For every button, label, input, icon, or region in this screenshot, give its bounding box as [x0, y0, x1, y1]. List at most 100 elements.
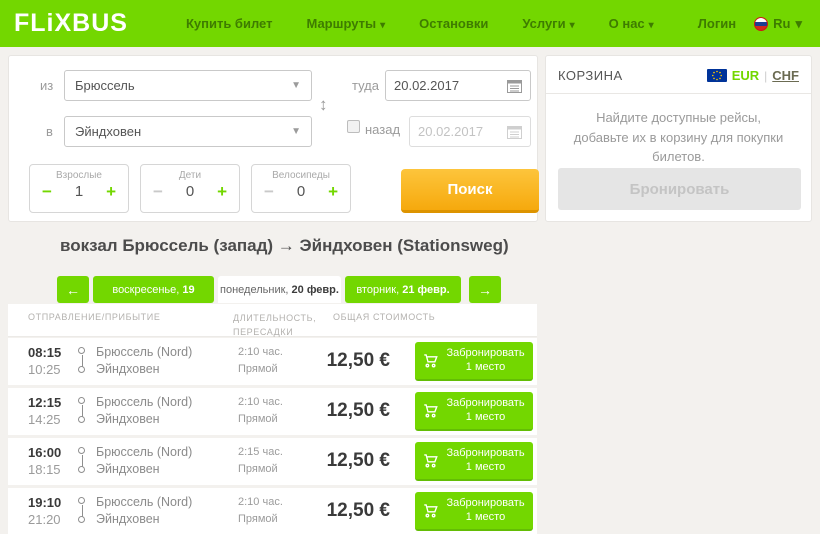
book-trip-button[interactable]: Забронировать 1 место [415, 392, 533, 431]
connection-type: Прямой [238, 363, 278, 375]
top-navigation-bar: FLiXBUS Купить билет Маршруты▾ Остановки… [0, 0, 820, 47]
to-label: в [46, 124, 53, 139]
bikes-count: 0 [297, 183, 305, 200]
cart-book-button[interactable]: Бронировать [558, 168, 801, 210]
main-nav: Купить билет Маршруты▾ Остановки Услуги▾… [186, 16, 654, 31]
cart-header: КОРЗИНА EUR | CHF [546, 56, 811, 94]
adults-plus-button[interactable]: + [106, 183, 116, 200]
chevron-down-icon: ▼ [291, 80, 301, 91]
tab-monday-active[interactable]: понедельник, 20 февр. [218, 276, 341, 303]
route-title: вокзал Брюссель (запад) → Эйндховен (Sta… [60, 236, 509, 256]
results-table-header: ОТПРАВЛЕНИЕ/ПРИБЫТИЕ ДЛИТЕЛЬНОСТЬ, ПЕРЕС… [8, 304, 537, 337]
connection-type: Прямой [238, 513, 278, 525]
cart-panel: КОРЗИНА EUR | CHF Найдите доступные рейс… [545, 55, 812, 222]
nav-buy-ticket[interactable]: Купить билет [186, 16, 273, 31]
children-minus-button[interactable]: − [153, 183, 163, 200]
from-stop: Брюссель (Nord) [96, 445, 192, 459]
column-total-cost: ОБЩАЯ СТОИМОСТЬ [333, 312, 443, 322]
nav-stops[interactable]: Остановки [419, 16, 488, 31]
chevron-down-icon: ▾ [649, 20, 654, 31]
to-stop: Эйндховен [96, 512, 160, 526]
language-selector[interactable]: Ru ▾ [754, 16, 802, 32]
trip-price: 12,50 € [327, 350, 390, 372]
departure-time: 16:00 [28, 445, 61, 460]
departure-time: 08:15 [28, 345, 61, 360]
chevron-down-icon: ▾ [795, 16, 802, 32]
cart-icon [423, 353, 438, 368]
trip-price: 12,50 € [327, 500, 390, 522]
login-link[interactable]: Логин [698, 16, 736, 31]
table-row: 16:00 18:15 Брюссель (Nord) Эйндховен 2:… [8, 438, 537, 485]
return-date-input[interactable]: 20.02.2017 [409, 116, 531, 147]
book-trip-button[interactable]: Забронировать 1 место [415, 442, 533, 481]
trip-price: 12,50 € [327, 400, 390, 422]
adults-label: Взрослые [30, 170, 128, 181]
route-stops-icon [78, 497, 87, 527]
topbar-right: Логин Ru ▾ [698, 16, 802, 32]
trip-duration: 2:10 час. [238, 496, 283, 508]
chevron-down-icon: ▾ [570, 20, 575, 31]
table-row: 08:15 10:25 Брюссель (Nord) Эйндховен 2:… [8, 338, 537, 385]
swap-direction-icon[interactable]: ↕ [319, 96, 328, 113]
search-form-card: из Брюссель ▼ ↕ в Эйндховен ▼ туда 20.02… [8, 55, 538, 222]
arrival-time: 10:25 [28, 362, 61, 377]
nav-services[interactable]: Услуги▾ [522, 16, 574, 31]
from-stop: Брюссель (Nord) [96, 495, 192, 509]
cart-title: КОРЗИНА [558, 68, 623, 83]
search-button[interactable]: Поиск [401, 169, 539, 213]
bikes-minus-button[interactable]: − [264, 183, 274, 200]
trip-price: 12,50 € [327, 450, 390, 472]
tab-sunday[interactable]: воскресенье, 19 [93, 276, 214, 303]
cart-icon [423, 453, 438, 468]
trip-duration: 2:15 час. [238, 446, 283, 458]
cart-icon [423, 403, 438, 418]
nav-routes[interactable]: Маршруты▾ [306, 16, 385, 31]
trip-duration: 2:10 час. [238, 396, 283, 408]
children-plus-button[interactable]: + [217, 183, 227, 200]
from-label: из [40, 78, 53, 93]
next-day-button[interactable]: → [469, 276, 501, 303]
table-row: 12:15 14:25 Брюссель (Nord) Эйндховен 2:… [8, 388, 537, 435]
currency-chf-link[interactable]: CHF [772, 68, 799, 83]
calendar-icon [507, 79, 522, 93]
currency-eur[interactable]: EUR [732, 68, 759, 83]
to-select[interactable]: Эйндховен ▼ [64, 116, 312, 147]
route-stops-icon [78, 347, 87, 377]
arrival-time: 18:15 [28, 462, 61, 477]
adults-count: 1 [75, 183, 83, 200]
arrival-time: 21:20 [28, 512, 61, 527]
depart-label: туда [352, 78, 379, 93]
connection-type: Прямой [238, 413, 278, 425]
bikes-plus-button[interactable]: + [328, 183, 338, 200]
from-select[interactable]: Брюссель ▼ [64, 70, 312, 101]
nav-about[interactable]: О нас▾ [609, 16, 654, 31]
results-table: ОТПРАВЛЕНИЕ/ПРИБЫТИЕ ДЛИТЕЛЬНОСТЬ, ПЕРЕС… [8, 304, 537, 534]
bikes-stepper: Велосипеды − 0 + [251, 164, 351, 213]
return-label: назад [365, 122, 400, 137]
column-duration-transfers: ДЛИТЕЛЬНОСТЬ, ПЕРЕСАДКИ [233, 312, 325, 339]
russian-flag-icon [754, 17, 768, 31]
adults-minus-button[interactable]: − [42, 183, 52, 200]
to-stop: Эйндховен [96, 362, 160, 376]
bikes-label: Велосипеды [252, 170, 350, 181]
book-trip-button[interactable]: Забронировать 1 место [415, 492, 533, 531]
tab-tuesday[interactable]: вторник, 21 февр. [345, 276, 461, 303]
trip-duration: 2:10 час. [238, 346, 283, 358]
prev-day-button[interactable]: ← [57, 276, 89, 303]
connection-type: Прямой [238, 463, 278, 475]
depart-date-input[interactable]: 20.02.2017 [385, 70, 531, 101]
children-label: Дети [141, 170, 239, 181]
column-departure-arrival: ОТПРАВЛЕНИЕ/ПРИБЫТИЕ [28, 312, 160, 322]
cart-icon [423, 503, 438, 518]
to-stop: Эйндховен [96, 462, 160, 476]
flixbus-logo[interactable]: FLiXBUS [14, 9, 128, 38]
book-trip-button[interactable]: Забронировать 1 место [415, 342, 533, 381]
table-row: 19:10 21:20 Брюссель (Nord) Эйндховен 2:… [8, 488, 537, 534]
return-checkbox[interactable] [347, 120, 360, 133]
calendar-icon [507, 125, 522, 139]
adults-stepper: Взрослые − 1 + [29, 164, 129, 213]
departure-time: 19:10 [28, 495, 61, 510]
departure-time: 12:15 [28, 395, 61, 410]
children-count: 0 [186, 183, 194, 200]
chevron-down-icon: ▾ [380, 20, 385, 31]
